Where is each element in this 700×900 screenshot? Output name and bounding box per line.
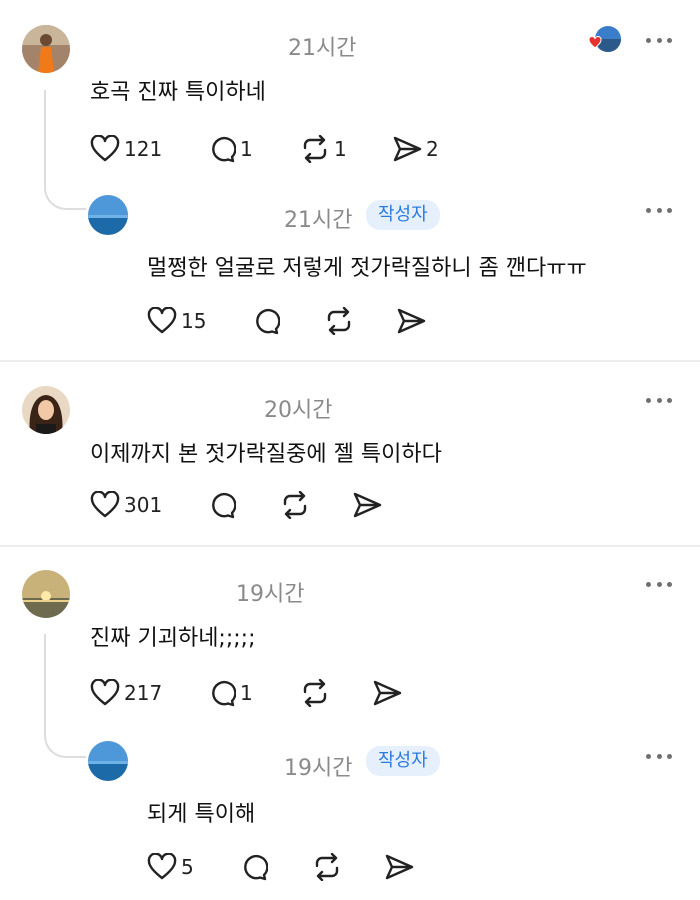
heart-icon: [90, 491, 120, 518]
like-button[interactable]: 301: [90, 490, 162, 520]
share-count: 2: [426, 137, 439, 161]
comment-button[interactable]: [252, 306, 280, 336]
like-count: 121: [124, 137, 163, 161]
more-options-icon[interactable]: [646, 396, 672, 404]
repost-icon: [315, 853, 339, 881]
comment-button[interactable]: [208, 490, 236, 520]
share-button[interactable]: [396, 306, 426, 336]
repost-icon: [283, 491, 307, 519]
comment-time: 21시간: [288, 36, 357, 61]
thread-connector: [44, 90, 86, 210]
avatar-woman[interactable]: [22, 386, 70, 434]
send-icon: [397, 308, 426, 334]
repost-icon: [303, 679, 327, 707]
reply-text: 멀쩡한 얼굴로 저렇게 젓가락질하니 좀 깬다ㅠㅠ: [147, 256, 587, 281]
repost-button[interactable]: [324, 306, 354, 336]
avatar-sea[interactable]: [88, 741, 128, 781]
share-button[interactable]: 2: [392, 134, 439, 164]
comment-time: 20시간: [264, 398, 333, 423]
reply-time: 21시간: [284, 208, 353, 233]
like-count: 5: [181, 855, 194, 879]
share-button[interactable]: [352, 490, 382, 520]
comment-icon: [244, 854, 268, 881]
more-options-icon[interactable]: [646, 752, 672, 760]
heart-icon: [147, 853, 177, 880]
send-icon: [353, 492, 382, 518]
like-count: 217: [124, 681, 163, 705]
comment-button[interactable]: 1: [208, 134, 253, 164]
repost-button[interactable]: 1: [300, 134, 347, 164]
reaction-avatar-icon: [586, 26, 622, 56]
share-button[interactable]: [384, 852, 414, 882]
repost-button[interactable]: [280, 490, 310, 520]
comment-text: 진짜 기괴하네;;;;;: [90, 626, 256, 651]
comment-icon: [256, 308, 280, 335]
comment-time: 19시간: [236, 582, 305, 607]
comment-icon: [212, 492, 236, 519]
send-icon: [385, 854, 414, 880]
more-options-icon[interactable]: [646, 580, 672, 588]
repost-icon: [327, 307, 351, 335]
thread-divider: [0, 360, 700, 362]
more-options-icon[interactable]: [646, 206, 672, 214]
comment-count: 1: [240, 137, 253, 161]
repost-button[interactable]: [300, 678, 330, 708]
avatar-orange-dress[interactable]: [22, 25, 70, 73]
share-button[interactable]: [372, 678, 402, 708]
thread-divider: [0, 545, 700, 547]
reply-text: 되게 특이해: [147, 802, 256, 827]
avatar-sunset[interactable]: [22, 570, 70, 618]
more-options-icon[interactable]: [646, 36, 672, 44]
comment-icon: [212, 136, 236, 163]
comment-count: 1: [240, 681, 253, 705]
comment-text: 호곡 진짜 특이하네: [90, 80, 266, 105]
like-button[interactable]: 15: [147, 306, 206, 336]
send-icon: [393, 136, 422, 162]
author-badge: 작성자: [366, 746, 440, 776]
thread-connector: [44, 634, 86, 758]
heart-icon: [90, 679, 120, 706]
like-button[interactable]: 5: [147, 852, 194, 882]
heart-icon: [90, 135, 120, 162]
comment-text: 이제까지 본 젓가락질중에 젤 특이하다: [90, 442, 442, 467]
like-button[interactable]: 217: [90, 678, 162, 708]
repost-button[interactable]: [312, 852, 342, 882]
repost-count: 1: [334, 137, 347, 161]
reply-time: 19시간: [284, 756, 353, 781]
comment-button[interactable]: 1: [208, 678, 253, 708]
author-badge: 작성자: [366, 200, 440, 230]
comment-icon: [212, 680, 236, 707]
repost-icon: [303, 135, 327, 163]
avatar-sea[interactable]: [88, 195, 128, 235]
like-count: 301: [124, 493, 163, 517]
like-count: 15: [181, 309, 207, 333]
like-button[interactable]: 121: [90, 134, 162, 164]
send-icon: [373, 680, 402, 706]
heart-icon: [147, 307, 177, 334]
comment-button[interactable]: [240, 852, 268, 882]
